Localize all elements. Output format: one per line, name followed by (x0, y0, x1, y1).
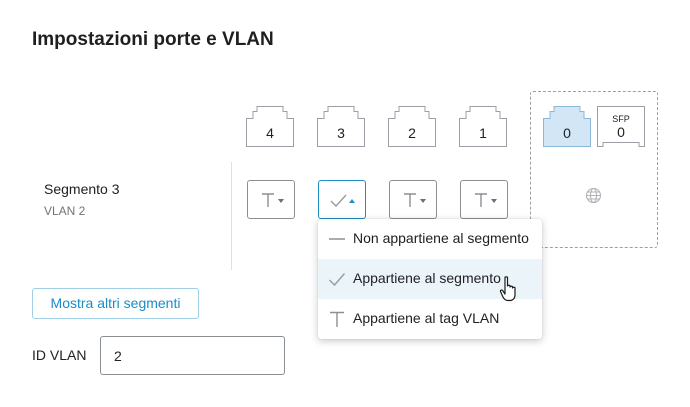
sfp-type-label: SFP (612, 114, 630, 124)
port-3-membership-select[interactable] (318, 180, 366, 219)
port-2-membership-select[interactable] (389, 180, 437, 219)
vlan-id-input[interactable] (100, 336, 285, 375)
port-4-membership-select[interactable] (247, 180, 295, 219)
tag-t-icon (475, 193, 487, 207)
divider (231, 162, 232, 270)
menu-item-label: Appartiene al tag VLAN (353, 310, 500, 326)
port-number: 3 (337, 125, 345, 141)
port-number: 4 (266, 125, 274, 141)
check-icon (330, 194, 347, 208)
port-3-icon: 3 (317, 106, 365, 147)
globe-icon (585, 187, 602, 209)
sfp-port-icon: SFP 0 (597, 106, 645, 147)
menu-item-not-member[interactable]: Non appartiene al segmento (318, 219, 542, 259)
vlan-id-label: ID VLAN (32, 347, 87, 363)
caret-down-icon (420, 199, 426, 203)
port-number: 0 (563, 125, 571, 141)
segment-vlan: VLAN 2 (44, 204, 86, 218)
hand-cursor-icon (499, 276, 519, 307)
check-icon (328, 273, 346, 287)
caret-down-icon (278, 199, 284, 203)
caret-up-icon (349, 199, 355, 203)
menu-item-label: Non appartiene al segmento (353, 230, 529, 246)
port-4-icon: 4 (246, 106, 294, 147)
port-1-icon: 1 (459, 106, 507, 147)
show-more-segments-button[interactable]: Mostra altri segmenti (32, 288, 199, 319)
caret-down-icon (491, 199, 497, 203)
port-0-icon: 0 (543, 106, 591, 147)
tag-t-icon (262, 193, 274, 207)
port-number: 0 (617, 124, 625, 140)
dash-icon (329, 238, 345, 240)
port-number: 1 (479, 125, 487, 141)
tag-t-icon (404, 193, 416, 207)
port-number: 2 (408, 125, 416, 141)
port-1-membership-select[interactable] (460, 180, 508, 219)
page-title: Impostazioni porte e VLAN (32, 29, 274, 50)
tag-t-icon (330, 311, 344, 327)
menu-item-label: Appartiene al segmento (353, 270, 501, 286)
port-2-icon: 2 (388, 106, 436, 147)
segment-name: Segmento 3 (44, 181, 120, 197)
